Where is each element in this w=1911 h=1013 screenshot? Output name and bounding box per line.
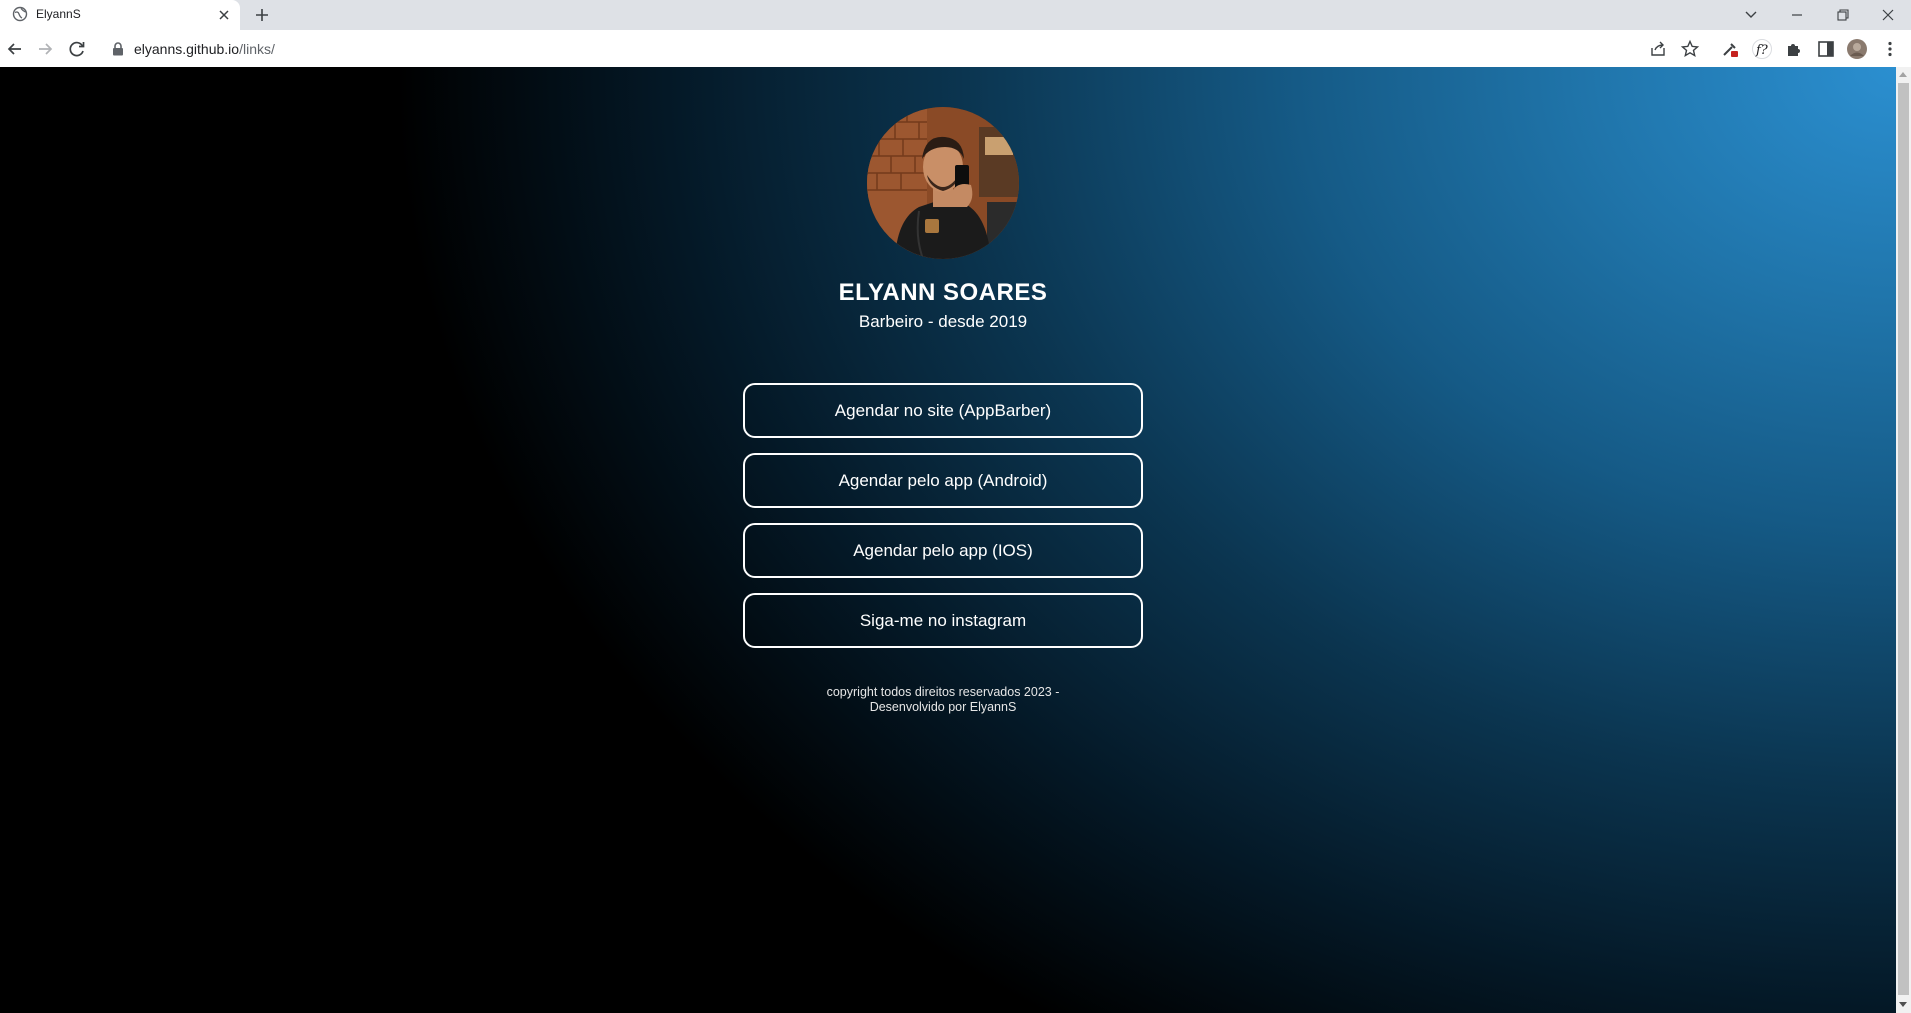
restore-icon [1837,9,1849,21]
link-ios-app-button[interactable]: Agendar pelo app (IOS) [743,523,1143,578]
browser-tab[interactable]: ElyannS [0,0,240,30]
browser-toolbar: elyanns.github.io/links/ f? [0,30,1911,68]
share-icon[interactable] [1648,39,1668,59]
footer-credit: Desenvolvido por ElyannS [869,700,1017,714]
profile-subtitle: Barbeiro - desde 2019 [858,312,1028,331]
address-bar[interactable]: elyanns.github.io/links/ [98,34,1638,64]
link-instagram-button[interactable]: Siga-me no instagram [743,593,1143,648]
profile-avatar-icon[interactable] [1847,39,1867,59]
scrollbar-thumb[interactable] [1898,83,1909,995]
url-path: /links/ [239,41,275,57]
puzzle-extensions-icon[interactable] [1784,39,1804,59]
scroll-up-arrow-icon[interactable] [1899,72,1907,77]
tab-title: ElyannS [36,7,81,21]
font-finder-icon[interactable]: f? [1752,39,1772,59]
lock-icon[interactable] [112,42,124,56]
chevron-down-icon [1745,11,1757,18]
link-appbarber-button[interactable]: Agendar no site (AppBarber) [743,383,1143,438]
extension-eyedropper-icon[interactable] [1720,39,1740,59]
page-content: ELYANN SOARES Barbeiro - desde 2019 Agen… [0,67,1896,1013]
vertical-scrollbar[interactable] [1896,67,1911,1013]
close-tab-icon[interactable] [216,7,232,23]
minimize-icon [1792,14,1802,16]
close-window-button[interactable] [1865,0,1911,30]
tab-search-button[interactable] [1728,0,1774,30]
close-icon [1882,9,1894,21]
url-text: elyanns.github.io/links/ [134,41,275,57]
profile-avatar [867,107,1019,259]
new-tab-icon[interactable] [252,5,272,25]
scroll-down-arrow-icon[interactable] [1899,1002,1907,1007]
profile-name: ELYANN SOARES [838,279,1048,306]
forward-arrow-icon[interactable] [34,38,56,60]
minimize-button[interactable] [1774,0,1820,30]
footer-copyright: copyright todos direitos reservados 2023… [826,685,1060,699]
tab-strip: ElyannS [0,0,1911,30]
footer: copyright todos direitos reservados 2023… [0,685,1886,715]
back-arrow-icon[interactable] [4,38,26,60]
side-panel-icon[interactable] [1816,39,1836,59]
reload-icon[interactable] [66,38,88,60]
kebab-menu-icon[interactable] [1880,39,1900,59]
globe-icon [12,6,28,22]
svg-text:f?: f? [1755,43,1769,58]
bookmark-star-icon[interactable] [1680,39,1700,59]
restore-button[interactable] [1820,0,1866,30]
url-host: elyanns.github.io [134,41,240,57]
link-android-app-button[interactable]: Agendar pelo app (Android) [743,453,1143,508]
profile-photo [867,107,1019,259]
